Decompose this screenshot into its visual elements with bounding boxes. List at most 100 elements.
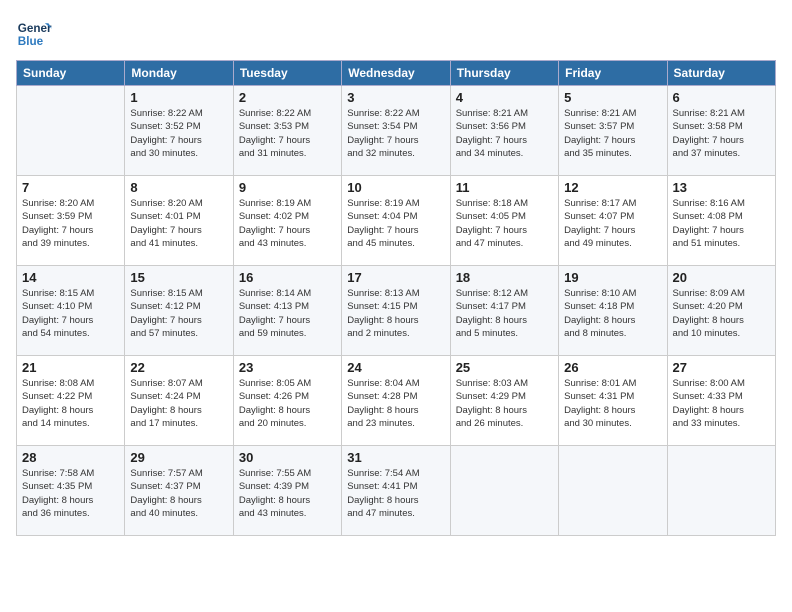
day-number: 23: [239, 360, 336, 375]
day-info: Sunrise: 8:09 AMSunset: 4:20 PMDaylight:…: [673, 287, 770, 340]
day-number: 28: [22, 450, 119, 465]
day-number: 8: [130, 180, 227, 195]
day-info: Sunrise: 8:16 AMSunset: 4:08 PMDaylight:…: [673, 197, 770, 250]
day-info: Sunrise: 8:18 AMSunset: 4:05 PMDaylight:…: [456, 197, 553, 250]
calendar-cell: 27Sunrise: 8:00 AMSunset: 4:33 PMDayligh…: [667, 356, 775, 446]
day-info: Sunrise: 8:04 AMSunset: 4:28 PMDaylight:…: [347, 377, 444, 430]
calendar-week-3: 14 Sunrise: 8:15 AMSunset: 4:10 PMDayligh…: [17, 266, 776, 356]
calendar-table: SundayMondayTuesdayWednesdayThursdayFrid…: [16, 60, 776, 536]
day-info: Sunrise: 8:14 AMSunset: 4:13 PMDaylight:…: [239, 287, 336, 340]
calendar-cell: 4Sunrise: 8:21 AMSunset: 3:56 PMDaylight…: [450, 86, 558, 176]
day-number: 20: [673, 270, 770, 285]
day-number: 17: [347, 270, 444, 285]
calendar-cell: 3 Sunrise: 8:22 AMSunset: 3:54 PMDaylight…: [342, 86, 450, 176]
calendar-cell: 22 Sunrise: 8:07 AMSunset: 4:24 PMDayligh…: [125, 356, 233, 446]
day-number: 4: [456, 90, 553, 105]
calendar-week-5: 28 Sunrise: 7:58 AMSunset: 4:35 PMDayligh…: [17, 446, 776, 536]
day-info: Sunrise: 8:20 AMSunset: 4:01 PMDaylight:…: [130, 197, 227, 250]
calendar-week-2: 7 Sunrise: 8:20 AMSunset: 3:59 PMDaylight…: [17, 176, 776, 266]
calendar-cell: 7 Sunrise: 8:20 AMSunset: 3:59 PMDaylight…: [17, 176, 125, 266]
page-header: General Blue: [16, 16, 776, 52]
day-info: Sunrise: 8:15 AMSunset: 4:10 PMDaylight:…: [22, 287, 119, 340]
calendar-cell: [450, 446, 558, 536]
day-number: 14: [22, 270, 119, 285]
calendar-cell: 8 Sunrise: 8:20 AMSunset: 4:01 PMDaylight…: [125, 176, 233, 266]
day-number: 26: [564, 360, 661, 375]
day-header-saturday: Saturday: [667, 61, 775, 86]
day-info: Sunrise: 8:00 AMSunset: 4:33 PMDaylight:…: [673, 377, 770, 430]
day-number: 11: [456, 180, 553, 195]
day-number: 22: [130, 360, 227, 375]
calendar-cell: 15Sunrise: 8:15 AMSunset: 4:12 PMDayligh…: [125, 266, 233, 356]
day-number: 30: [239, 450, 336, 465]
calendar-cell: 17 Sunrise: 8:13 AMSunset: 4:15 PMDayligh…: [342, 266, 450, 356]
day-number: 19: [564, 270, 661, 285]
calendar-cell: 9Sunrise: 8:19 AMSunset: 4:02 PMDaylight…: [233, 176, 341, 266]
day-info: Sunrise: 8:05 AMSunset: 4:26 PMDaylight:…: [239, 377, 336, 430]
day-info: Sunrise: 8:17 AMSunset: 4:07 PMDaylight:…: [564, 197, 661, 250]
day-info: Sunrise: 7:55 AMSunset: 4:39 PMDaylight:…: [239, 467, 336, 520]
day-number: 12: [564, 180, 661, 195]
calendar-cell: 14 Sunrise: 8:15 AMSunset: 4:10 PMDayligh…: [17, 266, 125, 356]
day-info: Sunrise: 7:58 AMSunset: 4:35 PMDaylight:…: [22, 467, 119, 520]
calendar-cell: 21 Sunrise: 8:08 AMSunset: 4:22 PMDayligh…: [17, 356, 125, 446]
day-info: Sunrise: 8:15 AMSunset: 4:12 PMDaylight:…: [130, 287, 227, 340]
calendar-cell: 12 Sunrise: 8:17 AMSunset: 4:07 PMDayligh…: [559, 176, 667, 266]
calendar-cell: 24 Sunrise: 8:04 AMSunset: 4:28 PMDayligh…: [342, 356, 450, 446]
calendar-cell: 10 Sunrise: 8:19 AMSunset: 4:04 PMDayligh…: [342, 176, 450, 266]
calendar-header: SundayMondayTuesdayWednesdayThursdayFrid…: [17, 61, 776, 86]
day-info: Sunrise: 8:01 AMSunset: 4:31 PMDaylight:…: [564, 377, 661, 430]
calendar-cell: 30 Sunrise: 7:55 AMSunset: 4:39 PMDayligh…: [233, 446, 341, 536]
day-info: Sunrise: 8:20 AMSunset: 3:59 PMDaylight:…: [22, 197, 119, 250]
day-info: Sunrise: 8:10 AMSunset: 4:18 PMDaylight:…: [564, 287, 661, 340]
day-header-thursday: Thursday: [450, 61, 558, 86]
logo-icon: General Blue: [16, 16, 52, 52]
day-header-friday: Friday: [559, 61, 667, 86]
day-info: Sunrise: 8:21 AMSunset: 3:58 PMDaylight:…: [673, 107, 770, 160]
day-info: Sunrise: 7:57 AMSunset: 4:37 PMDaylight:…: [130, 467, 227, 520]
day-info: Sunrise: 8:13 AMSunset: 4:15 PMDaylight:…: [347, 287, 444, 340]
calendar-cell: 2Sunrise: 8:22 AMSunset: 3:53 PMDaylight…: [233, 86, 341, 176]
day-number: 10: [347, 180, 444, 195]
day-info: Sunrise: 8:07 AMSunset: 4:24 PMDaylight:…: [130, 377, 227, 430]
day-number: 5: [564, 90, 661, 105]
day-info: Sunrise: 8:22 AMSunset: 3:53 PMDaylight:…: [239, 107, 336, 160]
calendar-cell: [559, 446, 667, 536]
day-info: Sunrise: 8:22 AMSunset: 3:52 PMDaylight:…: [130, 107, 227, 160]
day-header-sunday: Sunday: [17, 61, 125, 86]
calendar-cell: 6 Sunrise: 8:21 AMSunset: 3:58 PMDaylight…: [667, 86, 775, 176]
calendar-cell: 16 Sunrise: 8:14 AMSunset: 4:13 PMDayligh…: [233, 266, 341, 356]
day-number: 29: [130, 450, 227, 465]
day-number: 21: [22, 360, 119, 375]
day-number: 13: [673, 180, 770, 195]
calendar-cell: 28 Sunrise: 7:58 AMSunset: 4:35 PMDayligh…: [17, 446, 125, 536]
day-info: Sunrise: 8:19 AMSunset: 4:04 PMDaylight:…: [347, 197, 444, 250]
day-info: Sunrise: 8:03 AMSunset: 4:29 PMDaylight:…: [456, 377, 553, 430]
day-number: 31: [347, 450, 444, 465]
calendar-cell: 29 Sunrise: 7:57 AMSunset: 4:37 PMDayligh…: [125, 446, 233, 536]
day-number: 16: [239, 270, 336, 285]
day-number: 7: [22, 180, 119, 195]
day-info: Sunrise: 8:22 AMSunset: 3:54 PMDaylight:…: [347, 107, 444, 160]
day-number: 3: [347, 90, 444, 105]
day-header-tuesday: Tuesday: [233, 61, 341, 86]
day-number: 6: [673, 90, 770, 105]
calendar-week-1: 1 Sunrise: 8:22 AMSunset: 3:52 PMDaylight…: [17, 86, 776, 176]
calendar-week-4: 21 Sunrise: 8:08 AMSunset: 4:22 PMDayligh…: [17, 356, 776, 446]
calendar-cell: 31Sunrise: 7:54 AMSunset: 4:41 PMDayligh…: [342, 446, 450, 536]
day-header-monday: Monday: [125, 61, 233, 86]
svg-text:Blue: Blue: [18, 35, 44, 48]
calendar-cell: 25Sunrise: 8:03 AMSunset: 4:29 PMDayligh…: [450, 356, 558, 446]
calendar-cell: 26 Sunrise: 8:01 AMSunset: 4:31 PMDayligh…: [559, 356, 667, 446]
day-number: 24: [347, 360, 444, 375]
calendar-cell: 13 Sunrise: 8:16 AMSunset: 4:08 PMDayligh…: [667, 176, 775, 266]
calendar-cell: 11 Sunrise: 8:18 AMSunset: 4:05 PMDayligh…: [450, 176, 558, 266]
calendar-cell: 18Sunrise: 8:12 AMSunset: 4:17 PMDayligh…: [450, 266, 558, 356]
calendar-cell: 23 Sunrise: 8:05 AMSunset: 4:26 PMDayligh…: [233, 356, 341, 446]
calendar-cell: 1 Sunrise: 8:22 AMSunset: 3:52 PMDaylight…: [125, 86, 233, 176]
day-info: Sunrise: 8:12 AMSunset: 4:17 PMDaylight:…: [456, 287, 553, 340]
day-info: Sunrise: 8:08 AMSunset: 4:22 PMDaylight:…: [22, 377, 119, 430]
calendar-cell: 5Sunrise: 8:21 AMSunset: 3:57 PMDaylight…: [559, 86, 667, 176]
day-number: 1: [130, 90, 227, 105]
day-header-wednesday: Wednesday: [342, 61, 450, 86]
